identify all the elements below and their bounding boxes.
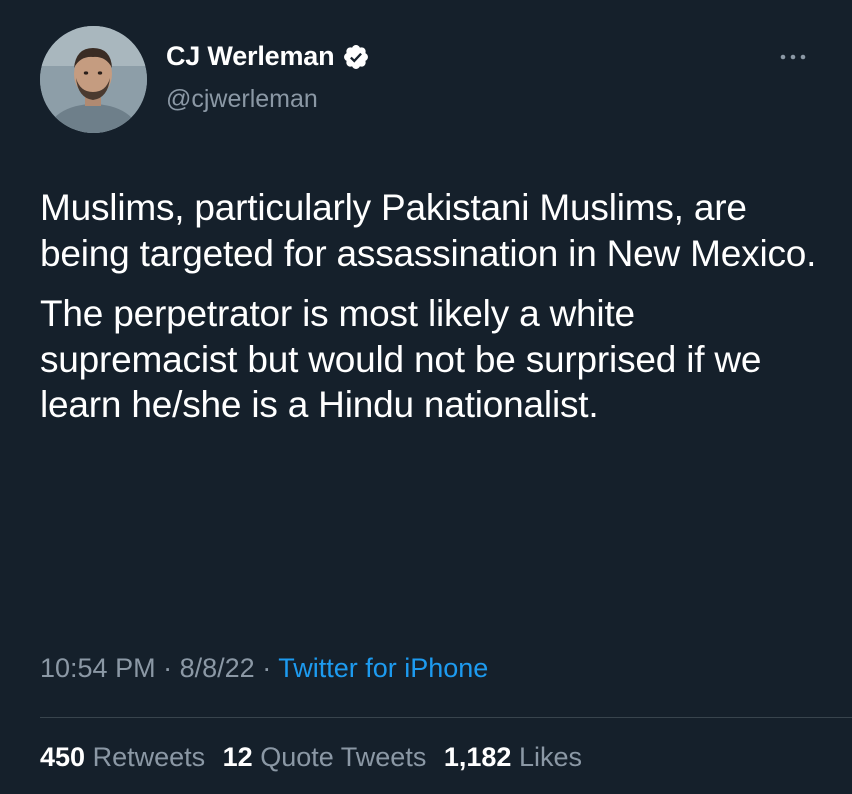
divider bbox=[40, 717, 852, 718]
tweet-time[interactable]: 10:54 PM bbox=[40, 653, 156, 683]
tweet-stats: 450 Retweets 12 Quote Tweets 1,182 Likes bbox=[40, 742, 592, 773]
avatar-photo bbox=[40, 26, 147, 133]
tweet-date[interactable]: 8/8/22 bbox=[180, 653, 255, 683]
author-handle[interactable]: @cjwerleman bbox=[166, 85, 318, 114]
tweet-source-link[interactable]: Twitter for iPhone bbox=[278, 653, 488, 683]
likes-count: 1,182 bbox=[443, 742, 512, 772]
retweets-label: Retweets bbox=[92, 742, 206, 772]
tweet-paragraph: The perpetrator is most likely a white s… bbox=[40, 293, 762, 425]
tweet-meta: 10:54 PM · 8/8/22 · Twitter for iPhone bbox=[40, 653, 488, 684]
tweet-text: Muslims, particularly Pakistani Muslims,… bbox=[40, 185, 830, 443]
verified-badge-icon bbox=[344, 44, 369, 69]
likes-stat[interactable]: 1,182 Likes bbox=[444, 742, 582, 772]
tweet-paragraph: Muslims, particularly Pakistani Muslims,… bbox=[40, 187, 817, 274]
author-display-name[interactable]: CJ Werleman bbox=[166, 41, 335, 72]
quote-tweets-stat[interactable]: 12 Quote Tweets bbox=[223, 742, 427, 772]
retweets-count: 450 bbox=[40, 742, 86, 772]
quotes-label: Quote Tweets bbox=[260, 742, 427, 772]
avatar[interactable] bbox=[40, 26, 147, 133]
tweet-card: CJ Werleman @cjwerleman Muslims, particu… bbox=[0, 0, 852, 794]
more-horizontal-icon[interactable] bbox=[778, 50, 808, 64]
meta-separator: · bbox=[163, 653, 173, 683]
quotes-count: 12 bbox=[222, 742, 253, 772]
meta-separator: · bbox=[262, 653, 272, 683]
author-name-row: CJ Werleman bbox=[166, 41, 370, 72]
likes-label: Likes bbox=[518, 742, 582, 772]
retweets-stat[interactable]: 450 Retweets bbox=[40, 742, 205, 772]
